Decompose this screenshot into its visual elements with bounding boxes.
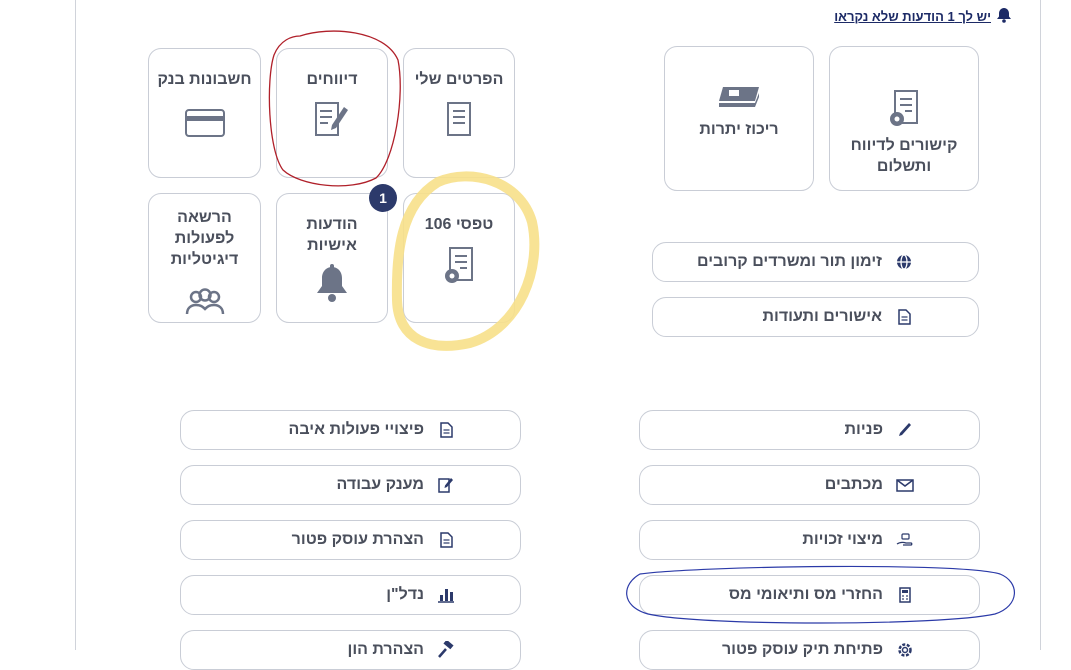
tile-my-details[interactable]: הפרטים שלי: [403, 48, 515, 178]
unread-count-badge: 1: [369, 184, 397, 212]
document-icon: [894, 309, 914, 325]
pill-inquiries[interactable]: פניות: [639, 410, 980, 450]
calculator-icon: [895, 587, 915, 603]
tile-label-line1: הודעות: [306, 216, 358, 233]
pill-label: הצהרת עוסק פטור: [291, 531, 424, 548]
pill-open-exempt-file[interactable]: פתיחת תיק עוסק פטור: [639, 630, 980, 670]
content-frame-right: [1040, 0, 1041, 650]
tile-label-line2: לפעולות: [174, 230, 235, 247]
document-gear-icon: [830, 89, 978, 129]
document-icon: [436, 532, 456, 548]
tile-label: הפרטים שלי: [414, 71, 504, 88]
pill-real-estate[interactable]: נדל"ן: [180, 575, 521, 615]
pill-certificates[interactable]: אישורים ותעודות: [652, 297, 979, 337]
pill-rights[interactable]: מיצוי זכויות: [639, 520, 980, 560]
gear-icon: [895, 641, 915, 659]
pill-label: מענק עבודה: [336, 476, 424, 493]
pill-label: הצהרת הון: [347, 641, 424, 658]
users-icon: [149, 288, 260, 316]
bar-chart-icon: [436, 587, 456, 603]
hand-money-icon: [895, 533, 915, 547]
tile-digital-authorization[interactable]: הרשאה לפעולות דיגיטליות: [148, 193, 261, 323]
tile-label-line1: הרשאה: [177, 209, 232, 226]
pill-appointment[interactable]: זימון תור ומשרדים קרובים: [652, 242, 979, 282]
tile-label: דיווחים: [306, 71, 358, 88]
document-edit-icon: [277, 101, 387, 139]
bell-icon: [277, 264, 387, 304]
tile-balance-summary[interactable]: ריכוז יתרות: [664, 46, 814, 191]
tile-label-line1: קישורים לדיווח: [850, 137, 958, 154]
credit-card-icon: [149, 109, 260, 137]
pill-exempt-dealer-declaration[interactable]: הצהרת עוסק פטור: [180, 520, 521, 560]
pill-letters[interactable]: מכתבים: [639, 465, 980, 505]
pill-label: פניות: [844, 421, 883, 438]
tile-label: חשבונות בנק: [157, 71, 252, 88]
pill-capital-declaration[interactable]: הצהרת הון: [180, 630, 521, 670]
gavel-icon: [436, 641, 456, 659]
pill-label: פיצויי פעולות איבה: [288, 421, 424, 438]
document-icon: [436, 422, 456, 438]
pill-label: אישורים ותעודות: [762, 308, 882, 325]
unread-messages-link[interactable]: יש לך 1 הודעות שלא נקראו: [834, 9, 991, 24]
tile-form-106[interactable]: טפסי 106: [403, 193, 515, 323]
document-edit-icon: [436, 477, 456, 493]
tile-bank-accounts[interactable]: חשבונות בנק: [148, 48, 261, 178]
tile-label: ריכוז יתרות: [699, 121, 779, 138]
pill-label: פתיחת תיק עוסק פטור: [721, 641, 883, 658]
document-gear-icon: [404, 246, 514, 286]
pill-label: נדל"ן: [386, 586, 424, 603]
pill-hostile-compensation[interactable]: פיצויי פעולות איבה: [180, 410, 521, 450]
content-frame-left: [75, 0, 76, 650]
globe-icon: [894, 254, 914, 270]
pill-label: זימון תור ומשרדים קרובים: [696, 253, 882, 270]
pill-work-grant[interactable]: מענק עבודה: [180, 465, 521, 505]
tile-label-line2: ותשלום: [876, 158, 932, 175]
pencil-icon: [895, 422, 915, 438]
tile-label-line3: דיגיטליות: [170, 251, 239, 268]
tile-label: טפסי 106: [424, 216, 494, 233]
pill-tax-refunds[interactable]: החזרי מס ותיאומי מס: [639, 575, 980, 615]
document-icon: [404, 101, 514, 137]
tile-personal-messages[interactable]: הודעות אישיות: [276, 193, 388, 323]
pill-label: החזרי מס ותיאומי מס: [728, 586, 883, 603]
bell-icon: [995, 6, 1013, 27]
pill-label: מיצוי זכויות: [802, 531, 883, 548]
unread-notice: יש לך 1 הודעות שלא נקראו: [834, 6, 1013, 27]
tile-links-reporting-payment[interactable]: קישורים לדיווח ותשלום: [829, 46, 979, 191]
money-stack-icon: [665, 85, 813, 111]
tile-reports[interactable]: דיווחים: [276, 48, 388, 178]
envelope-icon: [895, 478, 915, 492]
tile-label-line2: אישיות: [307, 237, 357, 254]
pill-label: מכתבים: [824, 476, 883, 493]
